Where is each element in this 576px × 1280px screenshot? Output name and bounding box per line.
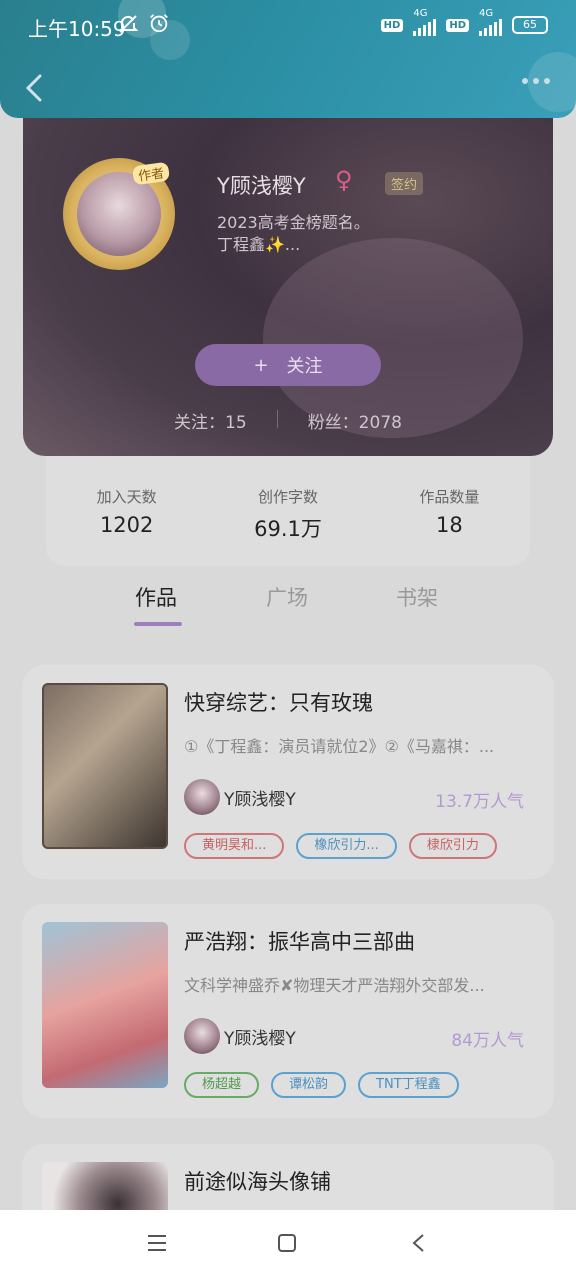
triangle-back-icon [412, 1234, 424, 1252]
author-stats: 加入天数 1202 创作字数 69.1万 作品数量 18 [46, 456, 530, 566]
stat-label: 加入天数 [96, 488, 157, 506]
status-time: 上午10:59 [28, 17, 126, 41]
book-cover[interactable] [42, 922, 168, 1088]
popularity-count: 84万人气 [451, 1031, 524, 1051]
book-tag[interactable]: 杨超越 [184, 1072, 260, 1098]
system-back-button[interactable] [408, 1232, 430, 1258]
book-card[interactable]: 严浩翔：振华高中三部曲 文科学神盛乔✘物理天才严浩翔外交部发... Y顾浅樱Y … [22, 904, 554, 1118]
author-name: Y顾浅樱Y [217, 174, 306, 198]
top-header: 上午10:59 HD 4G HD 4G 65 [0, 0, 576, 118]
tab-works[interactable]: 作品 [135, 582, 177, 612]
follow-counts: 关注：15 粉丝：2078 [23, 408, 553, 433]
follow-button[interactable]: + 关注 [195, 344, 381, 386]
tab-bookshelf[interactable]: 书架 [396, 582, 438, 612]
divider [276, 410, 278, 428]
network-type-2: 4G [479, 8, 494, 19]
plus-icon: + [253, 354, 269, 376]
book-tag[interactable]: TNT丁程鑫 [358, 1072, 459, 1098]
more-dot [533, 78, 539, 84]
fans-count[interactable]: 粉丝：2078 [308, 408, 402, 433]
stat-value: 69.1万 [254, 517, 322, 541]
author-bio[interactable]: 2023高考金榜题名。 丁程鑫✨... [217, 212, 517, 256]
more-dot [522, 78, 528, 84]
signal-1: 4G [413, 8, 437, 36]
recent-apps-button[interactable] [146, 1232, 168, 1258]
stat-value: 18 [435, 513, 463, 537]
square-home-icon [278, 1234, 296, 1252]
author-avatar [184, 779, 220, 815]
chevron-left-icon [25, 74, 42, 102]
book-tag[interactable]: 橡欣引力... [296, 833, 397, 859]
book-tag[interactable]: 棣欣引力 [408, 833, 497, 859]
book-author[interactable]: Y顾浅樱Y [184, 1018, 296, 1054]
book-description: 文科学神盛乔✘物理天才严浩翔外交部发... [184, 976, 485, 995]
book-card[interactable]: 快穿综艺：只有玫瑰 ①《丁程鑫：演员请就位2》②《马嘉祺：... Y顾浅樱Y 1… [22, 665, 554, 879]
book-description: ①《丁程鑫：演员请就位2》②《马嘉祺：... [184, 737, 495, 756]
tab-bar: 作品 广场 书架 [0, 582, 576, 632]
following-count[interactable]: 关注：15 [174, 408, 247, 433]
signal-2: 4G [479, 8, 502, 36]
more-button[interactable] [522, 78, 550, 84]
signed-badge: 签约 [385, 172, 424, 195]
hd-icon: HD [380, 18, 404, 32]
tag-list: 黄明昊和... 橡欣引力... 棣欣引力 [184, 833, 497, 859]
book-author[interactable]: Y顾浅樱Y [184, 779, 296, 815]
status-left-icons [116, 12, 170, 36]
system-nav-bar [0, 1210, 576, 1280]
status-bar: 上午10:59 HD 4G HD 4G 65 [0, 0, 576, 52]
stat-label: 创作字数 [257, 488, 318, 506]
hd-icon: HD [446, 18, 469, 32]
book-title[interactable]: 快穿综艺：只有玫瑰 [184, 687, 373, 717]
home-button[interactable] [276, 1232, 298, 1258]
mute-icon [119, 15, 139, 33]
book-tag[interactable]: 黄明昊和... [184, 833, 285, 859]
tag-list: 杨超越 谭松韵 TNT丁程鑫 [184, 1072, 459, 1098]
follow-label: 关注 [286, 356, 323, 377]
stat-word-count: 创作字数 69.1万 [207, 456, 368, 566]
battery-icon: 65 [512, 16, 548, 34]
status-right-icons: HD 4G HD 4G 65 [380, 8, 548, 36]
author-badge: 作者 [131, 161, 171, 186]
back-button[interactable] [20, 70, 50, 106]
author-avatar-frame[interactable]: 作者 [63, 158, 175, 270]
stat-works-count: 作品数量 18 [369, 456, 530, 566]
author-name: Y顾浅樱Y [224, 789, 296, 810]
stat-label: 作品数量 [419, 488, 480, 506]
book-title[interactable]: 前途似海头像铺 [184, 1166, 331, 1196]
page: 上午10:59 HD 4G HD 4G 65 作者 Y顾浅樱Y ♀ 签约 202… [0, 0, 576, 1280]
signal-bars-icon [413, 18, 437, 36]
book-cover[interactable] [42, 683, 168, 849]
gender-female-icon: ♀ [335, 166, 353, 194]
profile-card: 作者 Y顾浅樱Y ♀ 签约 2023高考金榜题名。 丁程鑫✨... + 关注 关… [23, 118, 553, 456]
book-title[interactable]: 严浩翔：振华高中三部曲 [184, 926, 415, 956]
stat-join-days: 加入天数 1202 [46, 456, 207, 566]
menu-icon [148, 1235, 166, 1251]
signal-bars-icon [479, 18, 502, 36]
alarm-icon [150, 14, 168, 33]
author-name: Y顾浅樱Y [224, 1028, 296, 1049]
author-avatar [184, 1018, 220, 1054]
active-tab-indicator [134, 622, 182, 626]
book-tag[interactable]: 谭松韵 [271, 1072, 347, 1098]
avatar [77, 172, 161, 256]
popularity-count: 13.7万人气 [435, 792, 524, 812]
more-dot [544, 78, 550, 84]
stat-value: 1202 [99, 513, 154, 537]
network-type-1: 4G [413, 8, 428, 19]
tab-square[interactable]: 广场 [266, 582, 308, 612]
